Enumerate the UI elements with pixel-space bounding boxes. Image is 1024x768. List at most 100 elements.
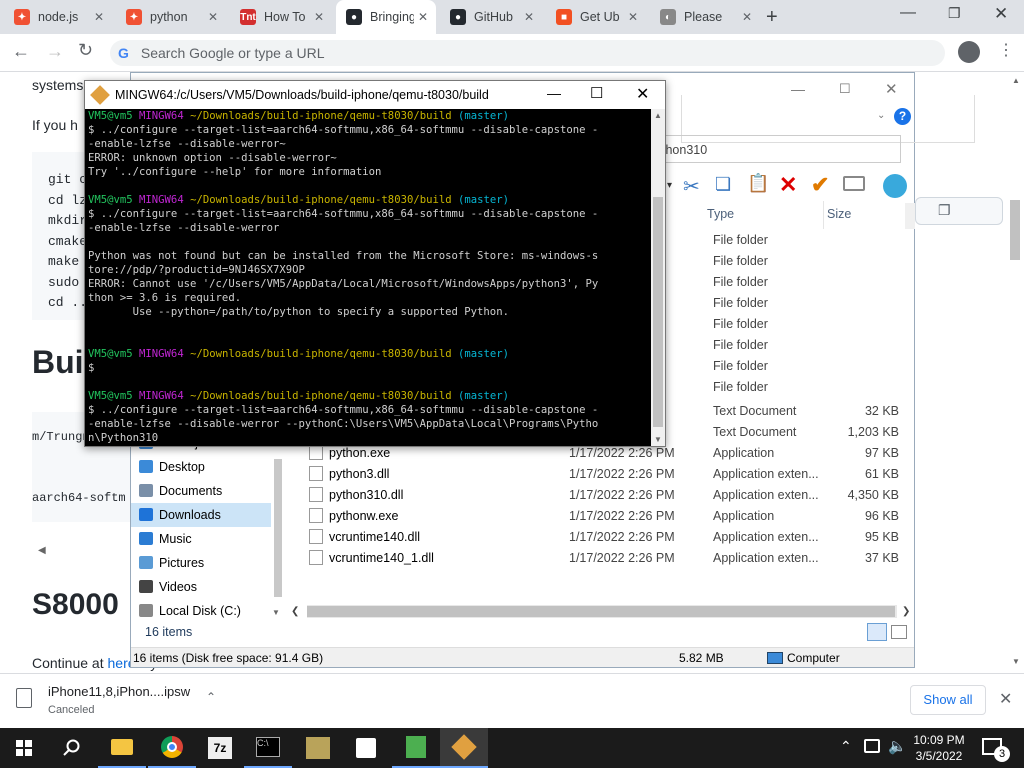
nav-scroll-down-icon[interactable]: ▼ [272, 608, 280, 617]
page-scroll-up-icon[interactable]: ▲ [1012, 76, 1020, 85]
nav-label: Downloads [159, 508, 221, 522]
nav-item[interactable]: Documents [131, 479, 271, 503]
store-icon [356, 738, 376, 758]
col-header-type[interactable]: Type [707, 207, 734, 221]
tab-4[interactable]: ● GitHub ✕ [440, 0, 542, 34]
terminal-scroll-down-icon[interactable]: ▼ [654, 435, 662, 444]
folder-type-cell: File folder [713, 275, 768, 289]
nav-scrollbar[interactable] [274, 459, 282, 597]
file-row[interactable]: pythonw.exe 1/17/2022 2:26 PM Application 9… [309, 506, 909, 527]
nav-item[interactable]: Music [131, 527, 271, 551]
address-bar[interactable]: G Search Google or type a URL [110, 40, 945, 66]
close-tab-icon[interactable]: ✕ [742, 10, 752, 24]
show-all-button[interactable]: Show all [910, 685, 986, 715]
nav-folder-icon [139, 556, 153, 569]
help-icon[interactable]: ? [894, 108, 911, 125]
nav-item[interactable]: Videos [131, 575, 271, 599]
profile-icon[interactable] [958, 41, 980, 63]
minimize-icon[interactable]: — [900, 4, 916, 22]
close-tab-icon[interactable]: ✕ [314, 10, 324, 24]
hscroll-right-icon[interactable]: ❯ [902, 606, 910, 617]
properties-icon[interactable] [843, 176, 865, 191]
col-header-size[interactable]: Size [827, 207, 851, 221]
tab-2[interactable]: Tnt How To ✕ [230, 0, 332, 34]
network-icon[interactable] [864, 739, 880, 753]
terminal-maximize-icon[interactable]: ☐ [590, 84, 603, 102]
output-line: ERROR: Cannot use '/c/Users/VM5/AppData/… [88, 278, 599, 290]
prompt-line: VM5@vm5 MINGW64 ~/Downloads/build-iphone… [88, 347, 650, 361]
folder-type-cell: File folder [713, 338, 768, 352]
status-computer: Computer [787, 651, 840, 665]
nav-label: Desktop [159, 460, 205, 474]
scroll-left-icon[interactable]: ◀ [38, 545, 46, 556]
tab-0[interactable]: ✦ node.js ✕ [4, 0, 112, 34]
download-filename[interactable]: iPhone11,8,iPhon....ipsw [48, 684, 190, 699]
delete-icon[interactable]: ✕ [779, 172, 797, 198]
search-button[interactable] [48, 728, 96, 768]
cut-icon[interactable]: ✂ [683, 174, 700, 199]
globe-icon[interactable] [883, 174, 907, 198]
hscroll-left-icon[interactable]: ❮ [291, 606, 299, 617]
forward-icon[interactable]: → [46, 41, 64, 62]
taskbar-7zip[interactable]: 7z [196, 728, 244, 768]
nav-item[interactable]: Local Disk (C:) [131, 599, 271, 623]
terminal-close-icon[interactable]: ✕ [636, 84, 649, 104]
file-row[interactable]: python3.dll 1/17/2022 2:26 PM Application … [309, 464, 909, 485]
terminal-scroll-up-icon[interactable]: ▲ [654, 111, 662, 120]
nav-item[interactable]: Downloads [131, 503, 271, 527]
clock[interactable]: 10:09 PM 3/5/2022 [912, 732, 966, 764]
terminal-minimize-icon[interactable]: — [547, 85, 561, 101]
download-chevron-icon[interactable]: ⌃ [206, 690, 216, 704]
file-row[interactable]: python310.dll 1/17/2022 2:26 PM Applicatio… [309, 485, 909, 506]
taskbar-cmd[interactable]: C:\ [244, 728, 292, 768]
tray-chevron-icon[interactable]: ⌃ [840, 738, 852, 755]
tab-5[interactable]: ■ Get Ub ✕ [546, 0, 646, 34]
taskbar-store[interactable] [342, 728, 390, 768]
page-scroll-down-icon[interactable]: ▼ [1012, 657, 1020, 666]
explorer-search-box[interactable]: thon310 [651, 135, 901, 163]
terminal-output[interactable]: VM5@vm5 MINGW64 ~/Downloads/build-iphone… [85, 109, 650, 446]
restore-icon[interactable]: ❐ [948, 5, 961, 22]
close-tab-icon[interactable]: ✕ [208, 10, 218, 24]
rename-check-icon[interactable]: ✔ [811, 172, 829, 198]
reload-icon[interactable]: ↻ [78, 40, 93, 61]
taskbar-notepad[interactable] [392, 728, 440, 768]
tab-6[interactable]: ◐ Please ✕ [650, 0, 760, 34]
file-size: 97 KB [864, 446, 899, 460]
status-size: 5.82 MB [679, 651, 724, 665]
tiles-view-icon[interactable] [891, 625, 907, 639]
menu-dots-icon[interactable]: ⋮ [998, 40, 1014, 60]
folder-type-cell: File folder [713, 317, 768, 331]
tab-3[interactable]: ● Bringing ✕ [336, 0, 436, 34]
close-download-bar-icon[interactable]: ✕ [999, 689, 1012, 709]
taskbar-app[interactable] [294, 728, 342, 768]
taskbar-file-explorer[interactable] [98, 728, 146, 768]
back-icon[interactable]: ← [12, 41, 30, 62]
close-tab-icon[interactable]: ✕ [524, 10, 534, 24]
page-text-if: If you h [32, 117, 78, 133]
new-tab-button[interactable]: + [766, 6, 778, 29]
details-view-icon[interactable] [867, 623, 887, 641]
ribbon-collapse-icon[interactable]: ⌄ [877, 110, 885, 121]
close-tab-icon[interactable]: ✕ [418, 10, 428, 24]
file-row[interactable]: vcruntime140_1.dll 1/17/2022 2:26 PM Appli… [309, 548, 909, 569]
close-window-icon[interactable]: ✕ [994, 4, 1008, 24]
close-tab-icon[interactable]: ✕ [628, 10, 638, 24]
start-button[interactable] [0, 728, 48, 768]
nav-item[interactable]: Pictures [131, 551, 271, 575]
terminal-scrollbar[interactable] [653, 197, 663, 427]
nav-item[interactable]: Desktop [131, 455, 271, 479]
copy-button[interactable]: ❐ [915, 197, 1003, 225]
page-scrollbar[interactable] [1010, 200, 1020, 260]
copy-file-icon[interactable]: ❏ [715, 174, 731, 195]
tab-1[interactable]: ✦ python ✕ [116, 0, 226, 34]
paste-icon[interactable]: 📋 [747, 173, 769, 194]
nav-folder-icon [139, 604, 153, 617]
hscrollbar[interactable] [307, 606, 895, 617]
volume-icon[interactable]: 🔈 [888, 737, 907, 755]
file-row[interactable]: vcruntime140.dll 1/17/2022 2:26 PM Applica… [309, 527, 909, 548]
close-tab-icon[interactable]: ✕ [94, 10, 104, 24]
taskbar-chrome[interactable] [148, 728, 196, 768]
ribbon-dropdown-icon[interactable]: ▾ [667, 180, 672, 191]
taskbar-git-bash[interactable] [440, 728, 488, 768]
